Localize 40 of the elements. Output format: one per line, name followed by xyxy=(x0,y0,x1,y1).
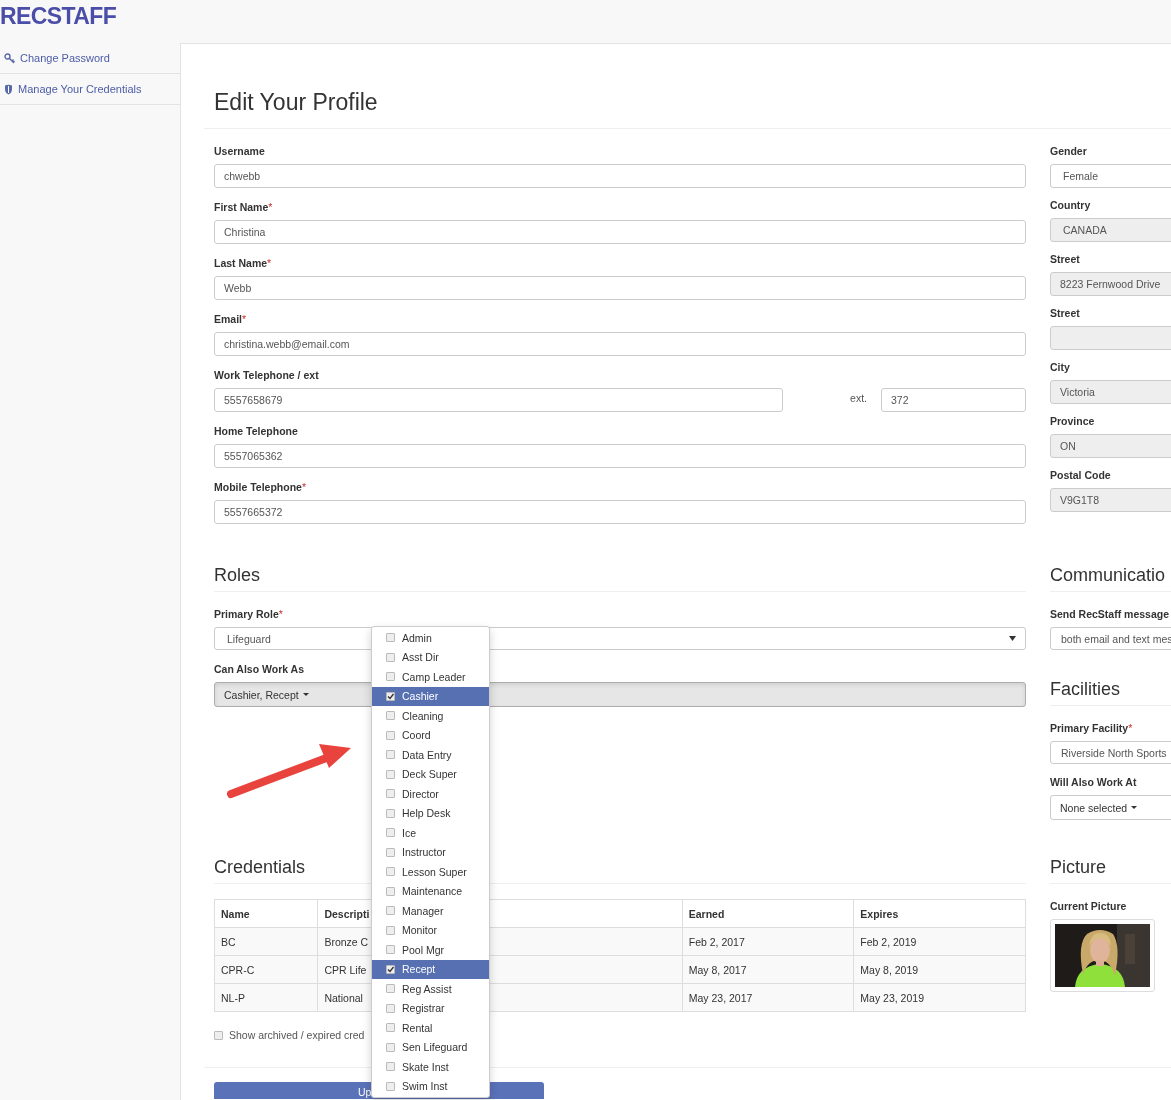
field-label: Province xyxy=(1050,415,1096,428)
field-label: Email* xyxy=(214,313,248,326)
column-header: Earned xyxy=(682,899,854,928)
field-label: Street xyxy=(1050,307,1081,320)
field-label: Primary Role* xyxy=(214,608,283,621)
section-title: Credentials xyxy=(214,856,306,878)
field-label: Work Telephone / ext xyxy=(214,369,320,382)
field-label: Will Also Work At xyxy=(1050,776,1137,789)
ext-label: ext. xyxy=(850,392,867,404)
table-cell: May 8, 2017 xyxy=(682,955,854,984)
field-label: Current Picture xyxy=(1050,900,1127,913)
field-label: First Name* xyxy=(214,201,274,214)
section-title: Communicatio xyxy=(1050,564,1166,586)
field-label: Primary Facility* xyxy=(1050,722,1133,735)
table-cell: May 23, 2017 xyxy=(682,983,854,1012)
column-header: Name xyxy=(214,899,318,928)
field-label: Street xyxy=(1050,253,1081,266)
column-header: Expires xyxy=(853,899,1026,928)
field-label: Postal Code xyxy=(1050,469,1112,482)
section-title: Facilities xyxy=(1050,678,1120,700)
table-cell: May 23, 2019 xyxy=(853,983,1026,1012)
field-label: Last Name* xyxy=(214,257,273,270)
field-label: Country xyxy=(1050,199,1092,212)
table-cell: Feb 2, 2017 xyxy=(682,927,854,956)
section-title: Roles xyxy=(214,564,261,586)
section-title: Picture xyxy=(1050,856,1107,878)
table-cell: CPR-C xyxy=(214,955,318,984)
field-label: City xyxy=(1050,361,1071,374)
table-cell: NL-P xyxy=(214,983,318,1012)
field-label: Send RecStaff message xyxy=(1050,608,1170,621)
field-label: Can Also Work As xyxy=(214,663,305,676)
table-cell: May 8, 2019 xyxy=(853,955,1026,984)
field-label: Username xyxy=(214,145,266,158)
table-cell: Feb 2, 2019 xyxy=(853,927,1026,956)
field-label: Gender xyxy=(1050,145,1088,158)
field-label: Home Telephone xyxy=(214,425,299,438)
field-label: Mobile Telephone* xyxy=(214,481,307,494)
page-title: Edit Your Profile xyxy=(214,88,379,116)
table-cell: BC xyxy=(214,927,318,956)
checkbox-label: Show archived / expired cred xyxy=(229,1029,365,1041)
